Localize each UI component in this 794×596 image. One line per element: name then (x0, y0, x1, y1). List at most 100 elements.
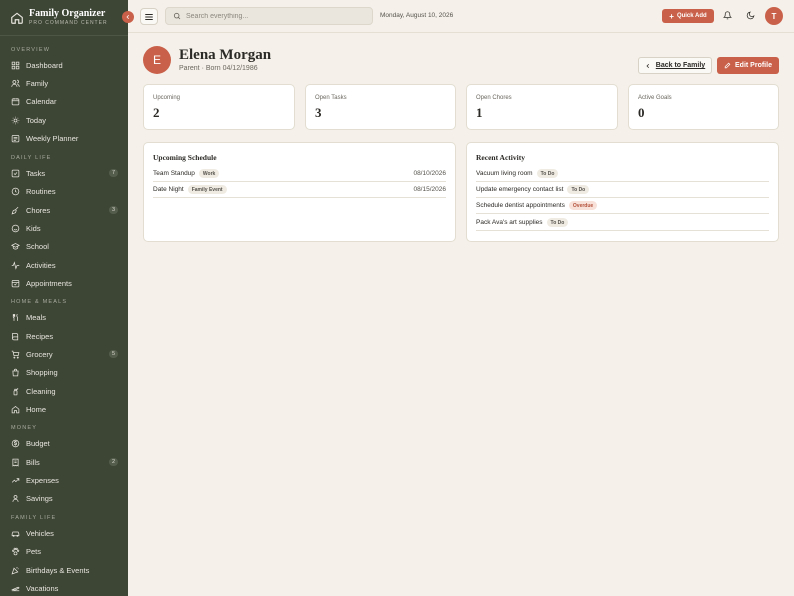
sidebar-item-pets[interactable]: Pets (0, 542, 128, 560)
current-date: Monday, August 10, 2026 (380, 12, 454, 19)
notifications-button[interactable] (719, 7, 736, 24)
sidebar-item-expenses[interactable]: Expenses (0, 471, 128, 489)
user-avatar[interactable]: T (765, 7, 783, 25)
activity-row[interactable]: Schedule dentist appointments Overdue (476, 198, 769, 214)
sidebar-item-bills[interactable]: Bills 2 (0, 453, 128, 471)
sidebar-item-label: Pets (26, 546, 42, 556)
schedule-label: Date Night (153, 186, 184, 193)
piggy-icon (12, 494, 19, 502)
sidebar-item-label: Family (26, 78, 49, 88)
sidebar-item-activities[interactable]: Activities (0, 256, 128, 274)
section-label-money: MONEY (11, 425, 38, 431)
sidebar-item-label: Shopping (26, 367, 58, 377)
spray-icon (13, 387, 19, 395)
dollar-icon (11, 439, 20, 447)
sidebar-item-school[interactable]: School (0, 237, 128, 255)
sidebar-item-shopping[interactable]: Shopping (0, 363, 128, 381)
sidebar-item-vacations[interactable]: Vacations (0, 579, 128, 596)
sidebar-item-appointments[interactable]: Appointments (0, 274, 128, 292)
appointment-icon (11, 279, 20, 287)
activity-label: Schedule dentist appointments (476, 202, 565, 209)
planner-icon (11, 134, 20, 142)
edit-profile-button[interactable]: Edit Profile (717, 57, 779, 74)
stat-card-open-tasks: Open Tasks 3 (305, 84, 456, 130)
chevron-left-icon (646, 63, 649, 68)
sidebar-item-label: Vacations (26, 583, 59, 593)
stat-value: 1 (476, 105, 483, 120)
back-to-family-button[interactable]: Back to Family (638, 57, 712, 74)
sidebar-item-budget[interactable]: Budget (0, 434, 128, 452)
trend-icon (11, 477, 20, 483)
sidebar-item-dashboard[interactable]: Dashboard (0, 56, 128, 74)
stat-value: 3 (315, 105, 322, 120)
sidebar: Family Organizer PRO COMMAND CENTER OVER… (0, 0, 128, 596)
panel-title: Upcoming Schedule (153, 153, 217, 162)
sidebar-item-label: Savings (26, 493, 53, 503)
stat-label: Upcoming (153, 95, 181, 101)
sidebar-item-chores[interactable]: Chores 3 (0, 201, 128, 219)
status-badge: To Do (536, 169, 559, 178)
panel-title: Recent Activity (476, 153, 525, 162)
activity-row[interactable]: Update emergency contact list To Do (476, 182, 769, 198)
sidebar-item-today[interactable]: Today (0, 111, 128, 129)
sidebar-item-tasks[interactable]: Tasks 7 (0, 164, 128, 182)
sidebar-item-label: Recipes (26, 331, 54, 341)
section-label-overview: OVERVIEW (11, 47, 51, 53)
sidebar-item-kids[interactable]: Kids (0, 219, 128, 237)
users-icon (11, 79, 20, 87)
pencil-icon (724, 62, 731, 69)
activity-label: Update emergency contact list (476, 186, 564, 193)
activity-row[interactable]: Pack Ava's art supplies To Do (476, 215, 769, 231)
brand[interactable]: Family Organizer PRO COMMAND CENTER (0, 0, 128, 36)
sidebar-item-weekly-planner[interactable]: Weekly Planner (0, 129, 128, 147)
stat-card-open-chores: Open Chores 1 (466, 84, 618, 130)
sidebar-collapse-button[interactable] (122, 11, 134, 23)
sidebar-item-family[interactable]: Family (0, 74, 128, 92)
sidebar-item-vehicles[interactable]: Vehicles (0, 524, 128, 542)
schedule-date: 08/15/2026 (413, 186, 446, 193)
sidebar-item-savings[interactable]: Savings (0, 489, 128, 507)
status-badge: To Do (567, 185, 590, 194)
activity-row[interactable]: Vacuum living room To Do (476, 166, 769, 182)
sidebar-item-label: Expenses (26, 475, 59, 485)
sidebar-item-routines[interactable]: Routines (0, 182, 128, 200)
sidebar-item-label: Grocery (26, 349, 53, 359)
menu-button[interactable] (140, 8, 158, 25)
gift-icon (11, 566, 19, 574)
activity-label: Vacuum living room (476, 170, 533, 177)
plus-icon: + (669, 11, 674, 21)
stat-label: Open Tasks (315, 95, 347, 101)
theme-toggle-button[interactable] (742, 7, 759, 24)
sidebar-item-birthdays-events[interactable]: Birthdays & Events (0, 561, 128, 579)
back-label: Back to Family (655, 62, 706, 69)
search-bar[interactable] (165, 7, 373, 25)
search-input[interactable] (186, 12, 366, 20)
receipt-icon (12, 458, 19, 467)
sidebar-item-home[interactable]: Home (0, 400, 128, 418)
sun-icon (11, 116, 20, 124)
schedule-row[interactable]: Date Night Family Event 08/15/2026 (153, 182, 446, 198)
sidebar-item-meals[interactable]: Meals (0, 308, 128, 326)
quick-add-button[interactable]: + Quick Add (662, 9, 714, 23)
sidebar-item-label: Calendar (26, 96, 57, 106)
cart-icon (11, 350, 20, 358)
stat-label: Active Goals (638, 95, 672, 101)
sidebar-item-recipes[interactable]: Recipes (0, 327, 128, 345)
moon-icon (746, 11, 755, 20)
sidebar-item-cleaning[interactable]: Cleaning (0, 382, 128, 400)
sidebar-item-label: Bills (26, 457, 40, 467)
search-icon (173, 12, 181, 20)
schedule-date: 08/10/2026 (413, 170, 446, 177)
stat-card-upcoming: Upcoming 2 (143, 84, 295, 130)
sidebar-item-grocery[interactable]: Grocery 5 (0, 345, 128, 363)
stat-value: 0 (638, 105, 645, 120)
sidebar-item-label: Today (26, 115, 47, 125)
plane-icon (11, 586, 20, 591)
sidebar-item-label: Meals (26, 312, 47, 322)
sidebar-item-calendar[interactable]: Calendar (0, 92, 128, 110)
bell-icon (723, 11, 732, 20)
count-badge: 5 (108, 350, 118, 358)
schedule-row[interactable]: Team Standup Work 08/10/2026 (153, 166, 446, 182)
calendar-icon (11, 97, 20, 105)
sidebar-item-label: School (26, 241, 49, 251)
